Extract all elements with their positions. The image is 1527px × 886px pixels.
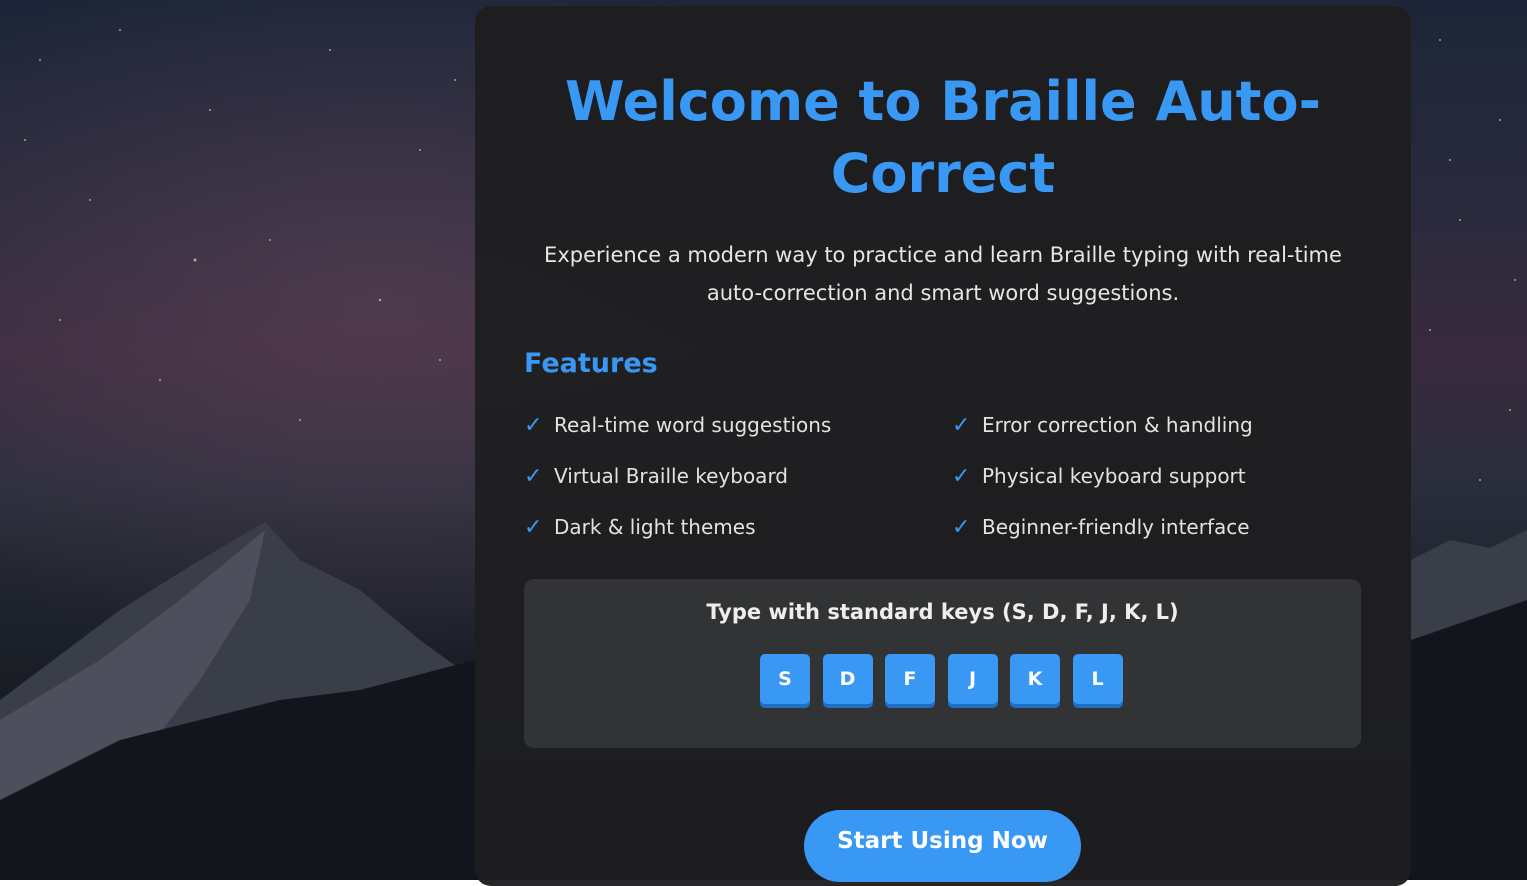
keys-panel-title: Type with standard keys (S, D, F, J, K, … [706, 600, 1179, 624]
key-s[interactable]: S [760, 654, 810, 704]
page-title: Welcome to Braille Auto- Correct [475, 66, 1411, 210]
check-icon: ✓ [952, 514, 971, 540]
welcome-card: Welcome to Braille Auto- Correct Experie… [475, 6, 1411, 886]
feature-item: ✓ Real-time word suggestions [524, 410, 831, 440]
feature-item: ✓ Beginner-friendly interface [952, 512, 1250, 542]
feature-item: ✓ Error correction & handling [952, 410, 1253, 440]
keys-panel: Type with standard keys (S, D, F, J, K, … [524, 579, 1361, 748]
key-k[interactable]: K [1010, 654, 1060, 704]
key-l[interactable]: L [1072, 654, 1123, 704]
key-f[interactable]: F [885, 654, 935, 704]
feature-label: Dark & light themes [554, 515, 756, 539]
intro-text-line-1: Experience a modern way to practice and … [544, 243, 1342, 267]
check-icon: ✓ [524, 463, 543, 489]
check-icon: ✓ [524, 514, 543, 540]
feature-label: Real-time word suggestions [554, 413, 832, 437]
page-title-line-1: Welcome to Braille Auto- [564, 70, 1322, 133]
braille-keys: S D F J K L [760, 654, 1123, 704]
feature-label: Physical keyboard support [982, 464, 1246, 488]
page-title-line-2: Correct [830, 142, 1056, 205]
check-icon: ✓ [524, 412, 543, 438]
feature-label: Virtual Braille keyboard [554, 464, 789, 488]
feature-item: ✓ Virtual Braille keyboard [524, 461, 788, 491]
feature-label: Beginner-friendly interface [982, 515, 1250, 539]
start-using-now-button[interactable]: Start Using Now [804, 810, 1081, 882]
features-heading: Features [524, 348, 658, 379]
feature-label: Error correction & handling [982, 413, 1253, 437]
intro-text-line-2: auto-correction and smart word suggestio… [706, 281, 1180, 305]
check-icon: ✓ [952, 463, 971, 489]
feature-item: ✓ Dark & light themes [524, 512, 755, 542]
check-icon: ✓ [952, 412, 971, 438]
feature-item: ✓ Physical keyboard support [952, 461, 1246, 491]
intro-text: Experience a modern way to practice and … [535, 236, 1351, 312]
key-j[interactable]: J [947, 654, 998, 704]
key-d[interactable]: D [822, 654, 873, 704]
